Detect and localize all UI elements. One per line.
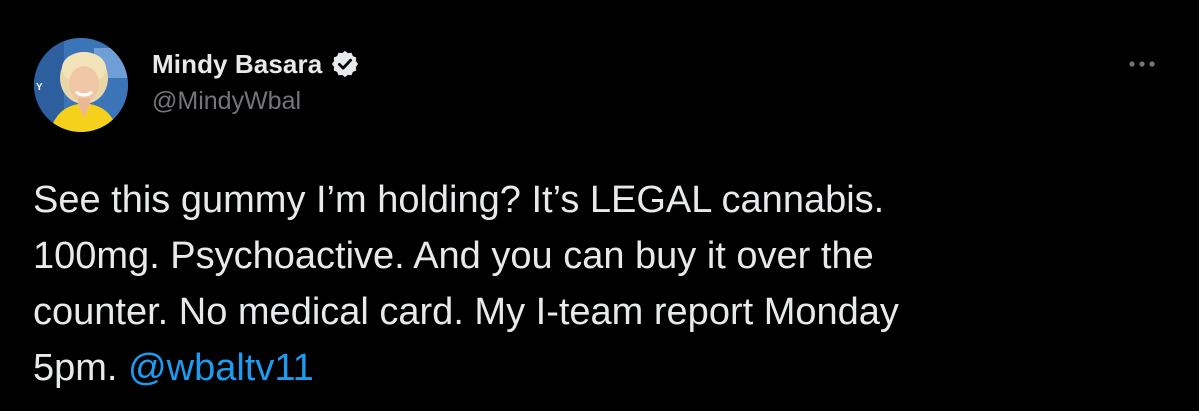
author-name-row: Mindy Basara (152, 47, 360, 81)
author-avatar[interactable]: Y (34, 38, 128, 132)
author-identity: Mindy Basara @MindyWbal (152, 47, 360, 116)
more-options-icon[interactable] (1124, 54, 1160, 74)
svg-text:Y: Y (36, 82, 43, 93)
author-handle[interactable]: @MindyWbal (152, 87, 360, 116)
tweet-text-line-2: 100mg. Psychoactive. And you can buy it … (33, 235, 874, 277)
verified-badge-icon (330, 49, 360, 79)
tweet-text-line-3: counter. No medical card. My I-team repo… (33, 291, 899, 333)
tweet-text-line-1: See this gummy I’m holding? It’s LEGAL c… (33, 179, 885, 221)
tweet-text: See this gummy I’m holding? It’s LEGAL c… (33, 172, 1153, 396)
author-display-name[interactable]: Mindy Basara (152, 49, 322, 80)
tweet-card: Y Mindy Basara @MindyWbal See this gummy… (0, 0, 1199, 411)
tweet-text-line-4: 5pm. (33, 347, 129, 389)
mention-link[interactable]: @wbaltv11 (128, 347, 314, 389)
avatar-photo-icon: Y (34, 38, 128, 132)
